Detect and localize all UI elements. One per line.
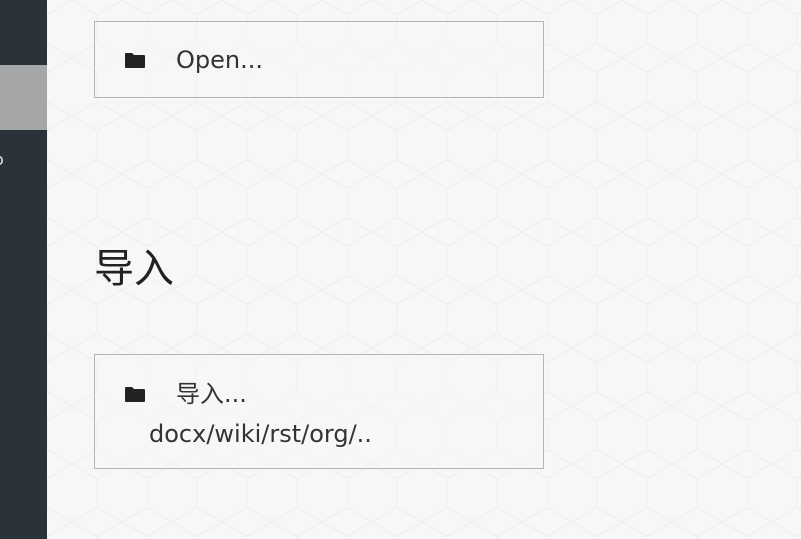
sidebar-item-label[interactable]: o xyxy=(0,150,4,170)
import-section-title: 导入 xyxy=(94,246,174,292)
import-file-label: 导入... xyxy=(176,380,247,408)
sidebar-item-active[interactable] xyxy=(0,65,47,130)
open-file-label: Open... xyxy=(176,46,263,74)
sidebar: o xyxy=(0,0,47,539)
import-formats-text: docx/wiki/rst/org/.. xyxy=(149,420,372,448)
folder-icon xyxy=(125,53,145,68)
import-file-button[interactable]: 导入... docx/wiki/rst/org/.. xyxy=(94,354,544,469)
open-file-button[interactable]: Open... xyxy=(94,21,544,98)
folder-icon xyxy=(125,387,145,402)
